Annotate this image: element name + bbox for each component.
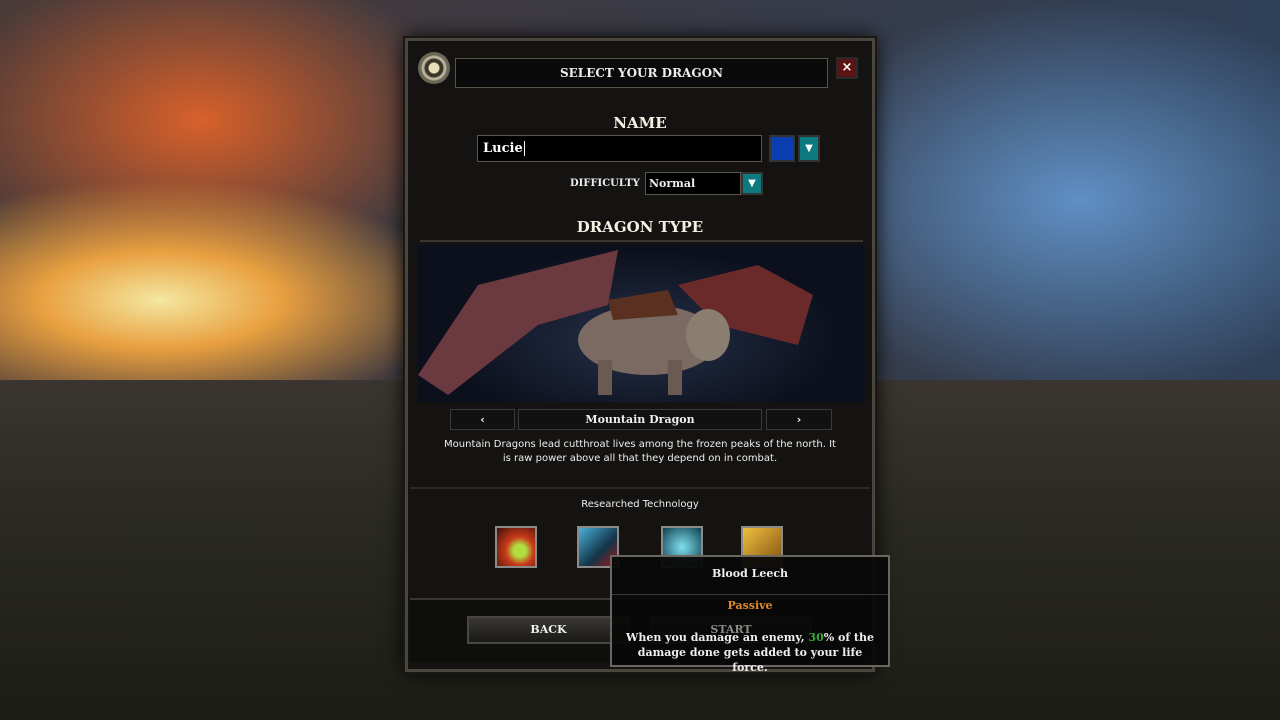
- next-dragon-button[interactable]: ›: [766, 409, 832, 430]
- close-button[interactable]: ×: [836, 57, 858, 79]
- tooltip: Blood Leech Passive When you damage an e…: [610, 555, 890, 674]
- text-cursor: [523, 141, 525, 156]
- dragon-type-heading: DRAGON TYPE: [576, 218, 704, 236]
- divider: [612, 594, 888, 595]
- divider: [420, 240, 863, 242]
- chevron-down-icon: ▼: [805, 143, 813, 154]
- difficulty-dropdown-button[interactable]: ▼: [741, 172, 763, 195]
- start-button-label: START: [710, 623, 752, 636]
- back-button[interactable]: BACK: [467, 616, 630, 644]
- difficulty-label: DIFFICULTY: [570, 178, 640, 189]
- color-dropdown-button[interactable]: ▼: [798, 135, 820, 162]
- difficulty-select[interactable]: Normal: [645, 172, 741, 195]
- previous-dragon-button[interactable]: ‹: [450, 409, 515, 430]
- divider: [410, 487, 870, 489]
- dragon-name: Mountain Dragon: [518, 409, 762, 430]
- gear-icon: [418, 52, 450, 84]
- tooltip-title: Blood Leech: [711, 567, 789, 580]
- tooltip-type: Passive: [727, 599, 773, 612]
- dragon-preview: [418, 245, 865, 402]
- dragon-description: Mountain Dragons lead cutthroat lives am…: [444, 439, 836, 464]
- name-input[interactable]: Lucie: [477, 135, 762, 162]
- name-heading: NAME: [613, 114, 667, 132]
- dialog-title: SELECT YOUR DRAGON: [455, 58, 828, 88]
- tooltip-description: When you damage an enemy, 30% of the dam…: [620, 630, 880, 675]
- chevron-down-icon: ▼: [748, 178, 756, 189]
- name-value: Lucie: [483, 141, 523, 156]
- color-swatch[interactable]: [769, 135, 795, 162]
- chevron-right-icon: ›: [796, 413, 802, 426]
- fire-breath-icon[interactable]: [495, 526, 537, 568]
- technology-heading: Researched Technology: [581, 499, 699, 510]
- highlight-value: 30: [808, 631, 824, 644]
- chevron-left-icon: ‹: [480, 413, 485, 426]
